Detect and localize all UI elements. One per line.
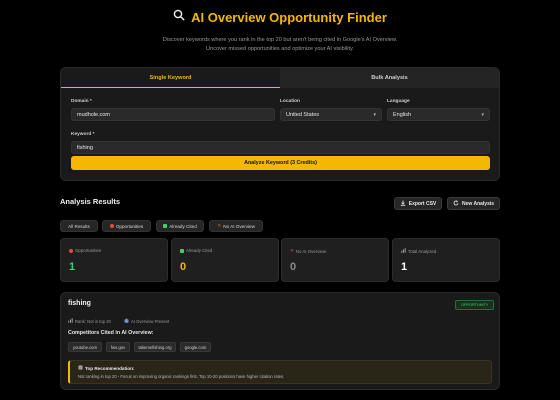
stat-label-text: Opportunities (75, 248, 102, 253)
domain-input[interactable]: mudhole.com (71, 108, 275, 121)
target-icon (109, 224, 114, 228)
stat-value: 1 (401, 261, 408, 273)
competitor-chip: takemefishing.org (134, 342, 176, 352)
filter-no-ai-overview[interactable]: ✕ No AI Overview (209, 220, 263, 232)
filter-label: Opportunities (115, 223, 144, 229)
check-icon (180, 248, 184, 253)
page-header: AI Overview Opportunity Finder Discover … (0, 6, 560, 54)
stat-value: 0 (180, 261, 187, 273)
robot-icon (124, 318, 129, 324)
analyze-button[interactable]: Analyze Keyword (3 Credits) (71, 156, 490, 170)
close-icon: ✕ (217, 223, 222, 229)
recommendation-box: Top Recommendation: Not ranking in top 2… (68, 360, 492, 384)
analysis-form-card: Single Keyword Bulk Analysis Domain * mu… (60, 67, 500, 181)
filter-label: Already Cited (169, 223, 197, 229)
location-select-value: United States (286, 111, 320, 118)
stat-label-text: No AI Overview (295, 248, 327, 254)
stat-label: Opportunities (69, 248, 101, 253)
competitor-chip: youtube.com (68, 342, 102, 352)
stat-card-already-cited: Already Cited 0 (171, 238, 279, 282)
page-subtitle: Discover keywords where you rank in the … (162, 37, 398, 53)
filter-opportunities[interactable]: Opportunities (102, 220, 151, 232)
ai-overview-meta: AI Overview Present (124, 318, 169, 324)
stat-label: ✕ No AI Overview (290, 248, 326, 254)
filter-already-cited[interactable]: Already Cited (156, 220, 204, 232)
stat-label: Total Analyzed (401, 248, 436, 254)
ai-overview-text: AI Overview Present (131, 318, 170, 324)
language-label: Language (387, 99, 410, 104)
keyword-title: fishing (68, 300, 91, 307)
tab-single-keyword[interactable]: Single Keyword (61, 68, 280, 88)
domain-label: Domain * (71, 99, 92, 104)
recommendation-text: Not ranking in top 20 - Focus on improvi… (78, 374, 285, 379)
competitor-chip: fws.gov (106, 342, 130, 352)
mode-tabs: Single Keyword Bulk Analysis (61, 68, 499, 88)
stat-card-no-ai-overview: ✕ No AI Overview 0 (281, 238, 389, 282)
location-label: Location (280, 99, 300, 104)
chevron-down-icon: ▾ (481, 111, 484, 118)
filter-label: No AI Overview (223, 223, 255, 229)
new-analysis-label: New Analysis (461, 200, 495, 207)
stat-label-text: Already Cited (186, 248, 213, 253)
stat-card-total-analyzed: Total Analyzed 1 (392, 238, 500, 282)
export-csv-button[interactable]: Export CSV (394, 197, 442, 210)
language-select-value: English (393, 111, 412, 118)
language-select[interactable]: English ▾ (387, 108, 490, 121)
keyword-input[interactable]: fishing (71, 141, 490, 154)
stat-label: Already Cited (180, 248, 212, 253)
domain-input-value: mudhole.com (77, 111, 111, 118)
stat-label-text: Total Analyzed (408, 248, 437, 254)
keyword-input-value: fishing (77, 144, 93, 151)
chart-icon (68, 318, 73, 324)
stat-card-opportunities: Opportunities 1 (60, 238, 168, 282)
stat-value: 0 (290, 261, 297, 273)
refresh-icon (453, 199, 459, 208)
status-badge: OPPORTUNITY (455, 300, 495, 310)
stat-value: 1 (69, 261, 76, 273)
location-select[interactable]: United States ▾ (280, 108, 382, 121)
filter-all-results[interactable]: All Results (60, 220, 98, 232)
check-icon (163, 224, 168, 228)
target-icon (69, 248, 73, 253)
chart-icon (401, 248, 406, 254)
rank-text: Rank: Not in top 20 (75, 318, 111, 324)
recommendation-title-row: Top Recommendation: (78, 365, 134, 371)
results-title: Analysis Results (60, 197, 121, 206)
competitor-chip: google.com (180, 342, 211, 352)
close-icon: ✕ (290, 248, 294, 253)
rank-meta: Rank: Not in top 20 (68, 318, 111, 324)
lightbulb-icon (78, 365, 83, 371)
search-icon (173, 8, 185, 26)
new-analysis-button[interactable]: New Analysis (447, 197, 500, 210)
title-row: AI Overview Opportunity Finder (0, 6, 560, 28)
export-csv-label: Export CSV (408, 200, 437, 207)
recommendation-title: Top Recommendation: (85, 365, 135, 371)
page-title: AI Overview Opportunity Finder (191, 9, 387, 25)
tab-bulk-analysis[interactable]: Bulk Analysis (280, 68, 499, 88)
competitors-title: Competitors Cited in AI Overview: (68, 330, 154, 336)
download-icon (400, 200, 406, 208)
chevron-down-icon: ▾ (373, 111, 376, 118)
keyword-label: Keyword * (71, 132, 95, 137)
filter-label: All Results (68, 223, 90, 229)
